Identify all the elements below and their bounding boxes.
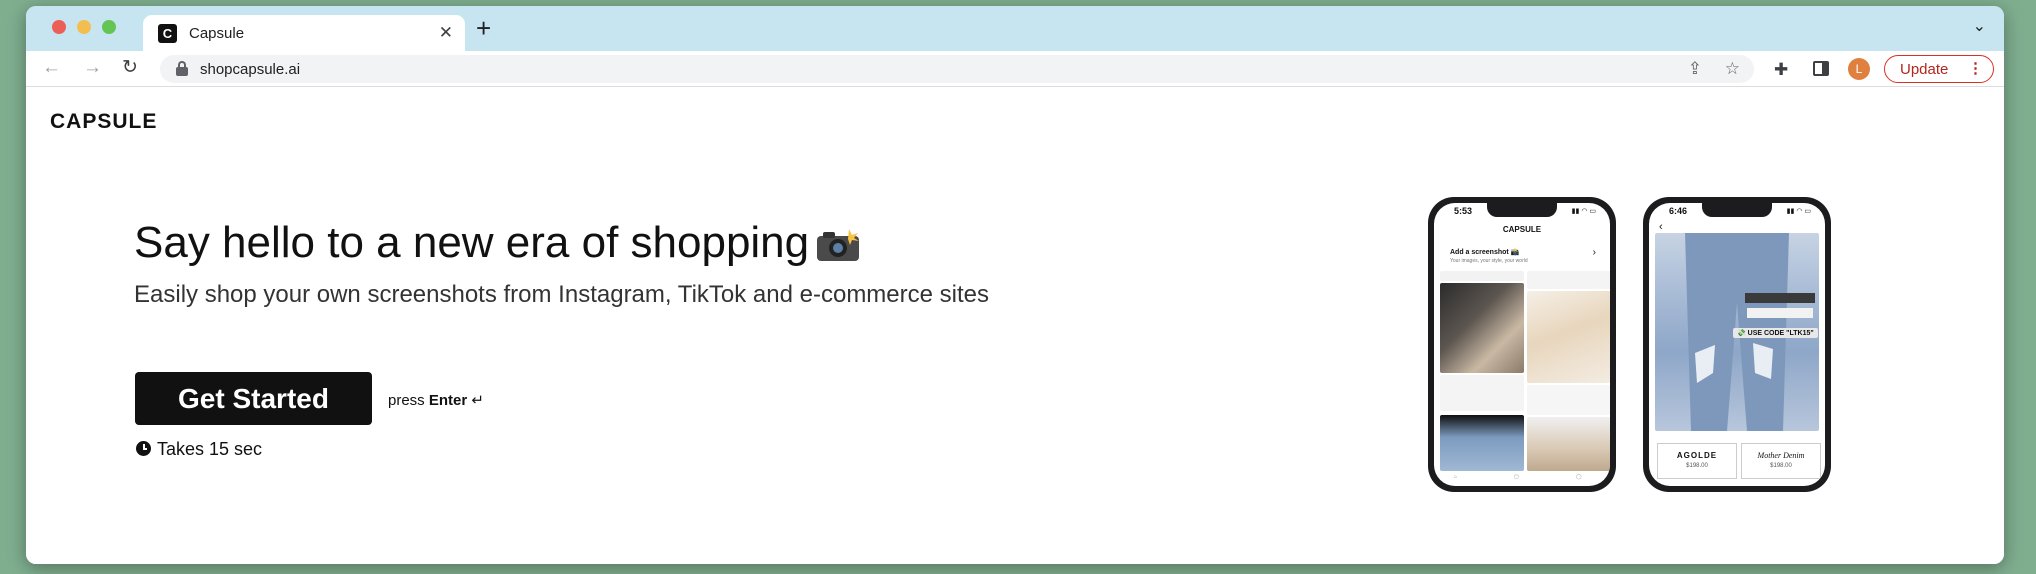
promo-code-chip: 💸 USE CODE "LTK15" [1733,328,1818,338]
forward-button[interactable]: → [83,56,102,80]
side-panel-icon[interactable] [1813,61,1829,76]
bookmark-star-icon[interactable]: ☆ [1725,59,1740,79]
phone-mockup-product: 6:46 ▮▮ ◠ ▭ ‹ 💸 USE CODE "LTK15" AGOLDE … [1643,197,1831,492]
status-bar-icons: ▮▮ ◠ ▭ [1571,208,1596,215]
press-enter-hint: press Enter ↵ [388,391,484,409]
clock-icon [136,441,151,456]
phone-time: 6:46 [1669,206,1688,216]
shop-header-placeholder [1527,271,1610,289]
capsule-favicon-icon: C [158,24,177,43]
time-note: Takes 15 sec [136,439,262,460]
feed-post-header [1440,271,1524,281]
product-card-agolde: AGOLDE $198.00 [1657,443,1737,479]
browser-window: C Capsule ✕ + ⌄ ← → ↻ shopcapsule.ai ⇪ ☆… [26,6,2004,564]
url-text[interactable]: shopcapsule.ai [200,61,300,78]
extensions-puzzle-icon[interactable]: ✚ [1774,60,1788,80]
minimize-window-button[interactable] [77,20,91,34]
maximize-window-button[interactable] [102,20,116,34]
status-bar-icons: ▮▮ ◠ ▭ [1786,208,1811,215]
new-tab-button[interactable]: + [476,14,491,42]
home-tab-icon: ⌂ [1454,474,1458,480]
phone-mockup-feed: 5:53 ▮▮ ◠ ▭ CAPSULE Add a screenshot 📸 Y… [1428,197,1616,492]
tab-capsule[interactable]: C Capsule ✕ [143,15,465,51]
get-started-button[interactable]: Get Started [135,372,372,425]
product-brand: Mother Denim [1757,451,1805,460]
browser-toolbar: ← → ↻ shopcapsule.ai ⇪ ☆ ✚ L Update ⋮ [26,51,2004,87]
phone-screen: 6:46 ▮▮ ◠ ▭ ‹ 💸 USE CODE "LTK15" AGOLDE … [1649,203,1825,486]
product-brand: AGOLDE [1676,451,1718,460]
time-note-text: Takes 15 sec [157,439,263,459]
return-key-icon: ↵ [471,392,484,409]
product-detail-placeholder [1527,385,1610,415]
add-screenshot-subtext: Your images, your style, your world [1450,258,1528,264]
share-icon[interactable]: ⇪ [1688,59,1702,79]
product-card-mother: Mother Denim $198.00 [1741,443,1821,479]
profile-avatar[interactable]: L [1848,58,1870,80]
handbag-screenshot-thumbnail [1440,283,1524,373]
post-caption-placeholder [1440,375,1524,411]
phone-app-title: CAPSULE [1502,225,1542,234]
tab-title: Capsule [189,25,245,42]
tab-bar: C Capsule ✕ + ⌄ [26,6,2004,51]
chevron-right-icon: › [1592,247,1596,258]
hero-headline: Say hello to a new era of shopping [134,218,861,268]
phone-screen: 5:53 ▮▮ ◠ ▭ CAPSULE Add a screenshot 📸 Y… [1434,203,1610,486]
update-label: Update [1900,61,1949,78]
headline-text: Say hello to a new era of shopping [134,218,810,267]
camera-flash-icon [815,224,861,261]
tab-search-chevron-icon[interactable]: ⌄ [1973,16,1986,36]
phone-notch [1487,203,1557,217]
phone-time: 5:53 [1454,206,1473,216]
update-button[interactable]: Update ⋮ [1884,55,1994,83]
back-chevron-icon: ‹ [1659,221,1663,233]
product-price: $198.00 [1770,463,1792,469]
hero-subhead: Easily shop your own screenshots from In… [134,281,989,308]
saved-tab-icon: ▢ [1514,474,1519,480]
phone-notch [1702,203,1772,217]
outfit-screenshot-thumbnail [1527,417,1610,471]
page-content: CAPSULE Say hello to a new era of shoppi… [26,88,2004,564]
press-prefix: press [388,392,425,409]
reload-button[interactable]: ↻ [122,56,138,80]
profile-tab-icon: ◯ [1576,474,1582,480]
add-screenshot-label: Add a screenshot 📸 [1450,249,1520,256]
lock-icon[interactable] [176,61,188,76]
capsule-logo[interactable]: CAPSULE [50,110,157,134]
address-bar[interactable]: shopcapsule.ai ⇪ ☆ [160,55,1754,83]
back-button[interactable]: ← [42,56,61,80]
jeans-screenshot-thumbnail [1440,415,1524,471]
enter-key-label: Enter [428,392,468,409]
product-price: $198.00 [1686,463,1708,469]
dress-product-thumbnail [1527,291,1610,383]
close-window-button[interactable] [52,20,66,34]
more-menu-icon[interactable]: ⋮ [1968,59,1983,77]
close-tab-icon[interactable]: ✕ [439,23,453,43]
